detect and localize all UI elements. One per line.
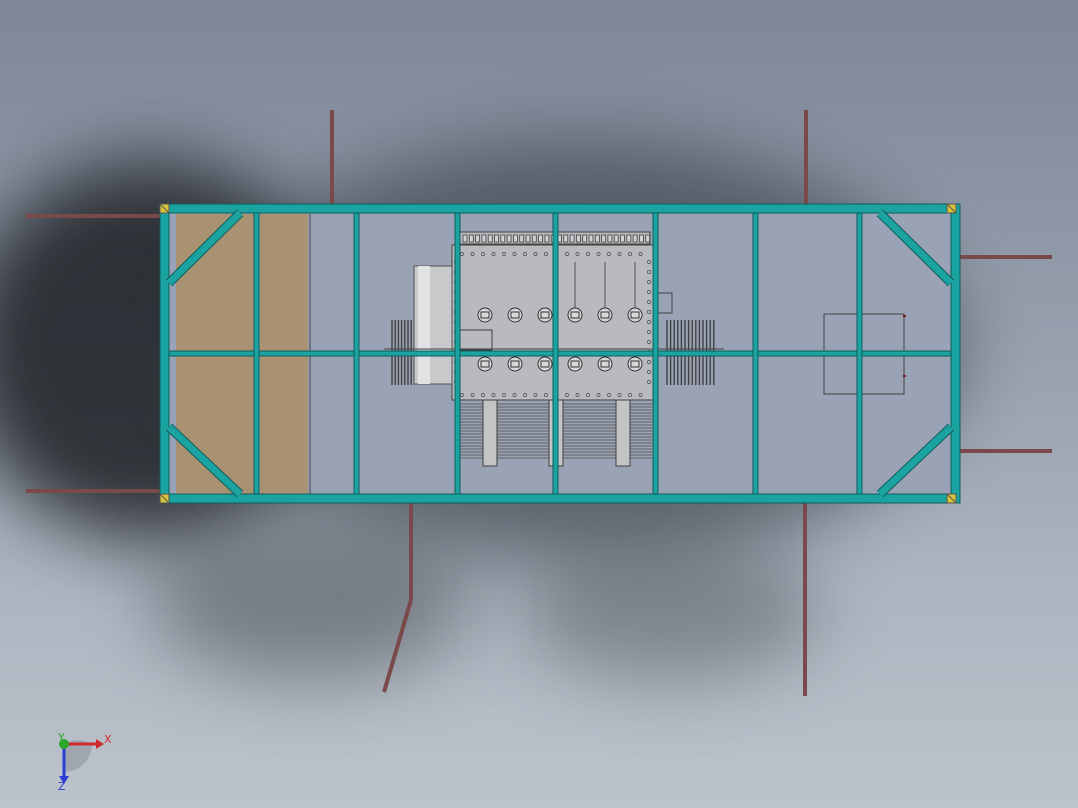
y-axis-label: Y: [57, 731, 65, 744]
model-viewport[interactable]: X Y Z: [0, 0, 1078, 808]
coordinate-triad[interactable]: X Y Z: [57, 731, 112, 793]
z-axis-label: Z: [58, 780, 66, 793]
cad-drawing: X Y Z: [26, 110, 1052, 793]
x-axis-label: X: [104, 733, 112, 746]
